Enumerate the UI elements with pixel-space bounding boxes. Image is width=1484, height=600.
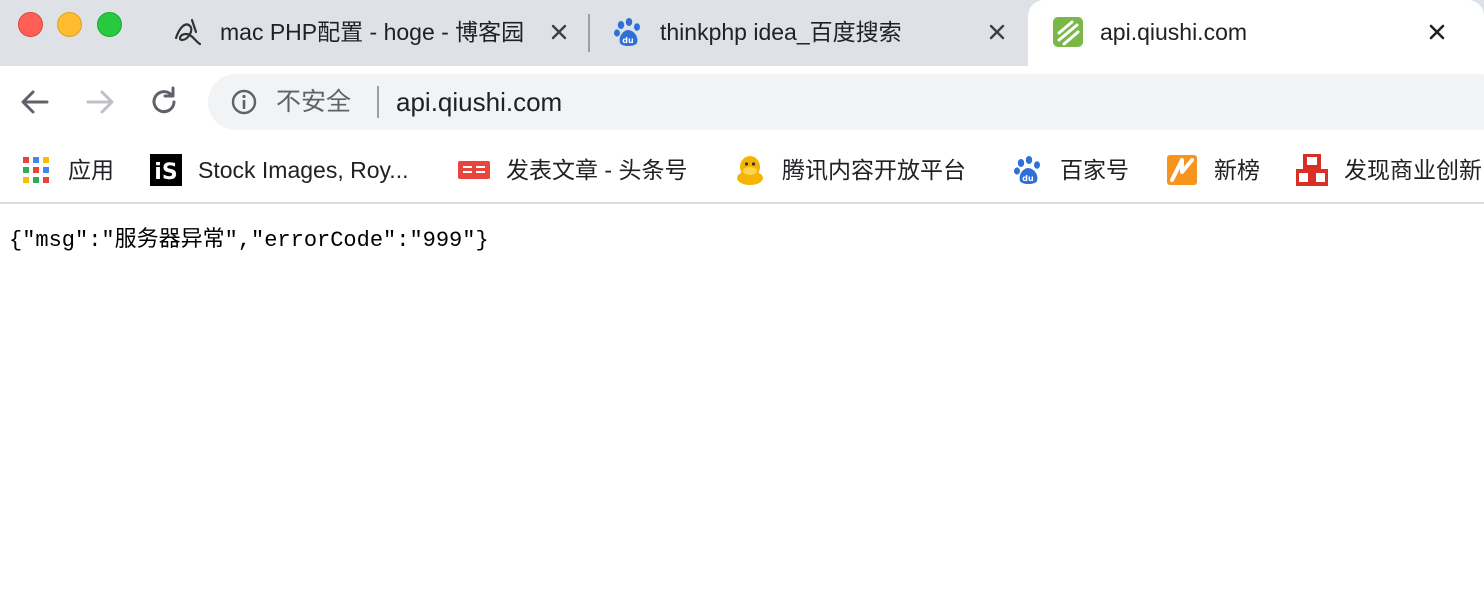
qiushi-logo-icon bbox=[1053, 17, 1083, 47]
omnibox-divider bbox=[377, 86, 379, 118]
close-icon[interactable] bbox=[986, 21, 1008, 43]
qq-penguin-icon bbox=[737, 156, 763, 185]
apps-grid-icon bbox=[23, 157, 49, 183]
tab-title: thinkphp idea_百度搜索 bbox=[660, 19, 902, 45]
bookmark-label: 百家号 bbox=[1060, 157, 1129, 183]
svg-text:du: du bbox=[1022, 174, 1034, 183]
baidu-paw-icon: du bbox=[1014, 156, 1040, 184]
json-response-text: {"msg":"服务器异常","errorCode":"999"} bbox=[9, 228, 489, 253]
bookmark-tencent[interactable]: 腾讯内容开放平台 bbox=[734, 150, 982, 190]
bookmark-label: 发现商业创新 bbox=[1344, 157, 1482, 183]
xinbang-icon bbox=[1167, 155, 1197, 185]
bookmark-label: 应用 bbox=[68, 157, 114, 183]
bookmark-label: 发表文章 - 头条号 bbox=[506, 157, 688, 183]
security-label[interactable]: 不安全 bbox=[276, 86, 351, 118]
bookmark-label: Stock Images, Roy... bbox=[198, 157, 409, 183]
svg-text:iS: iS bbox=[154, 160, 177, 185]
bookmark-apps[interactable]: 应用 bbox=[20, 150, 120, 190]
svg-text:du: du bbox=[622, 36, 634, 45]
tab-cnblogs[interactable]: mac PHP配置 - hoge - 博客园 bbox=[172, 0, 582, 66]
close-icon[interactable] bbox=[1426, 21, 1448, 43]
red-blocks-icon bbox=[1296, 154, 1328, 186]
page-content: {"msg":"服务器异常","errorCode":"999"} bbox=[0, 204, 1484, 600]
back-button[interactable] bbox=[17, 84, 53, 120]
bookmark-baijiahao[interactable]: du 百家号 bbox=[1012, 150, 1136, 190]
bookmark-istock[interactable]: iS Stock Images, Roy... bbox=[150, 150, 422, 190]
tab-strip: mac PHP配置 - hoge - 博客园 du thinkphp idea_… bbox=[0, 0, 1484, 66]
toutiao-icon bbox=[458, 161, 490, 179]
bookmark-label: 新榜 bbox=[1214, 157, 1260, 183]
istock-icon: iS bbox=[150, 154, 182, 186]
bookmarks-bar: 应用 iS Stock Images, Roy... 发表文章 - 头条号 腾讯… bbox=[0, 138, 1484, 204]
baidu-paw-icon: du bbox=[614, 18, 640, 46]
tab-baidu-search[interactable]: du thinkphp idea_百度搜索 bbox=[612, 0, 1024, 66]
tab-api-qiushi[interactable]: api.qiushi.com bbox=[1028, 0, 1484, 66]
address-bar[interactable]: 不安全 api.qiushi.com bbox=[208, 74, 1484, 130]
window-minimize-button[interactable] bbox=[57, 12, 82, 37]
browser-toolbar: 不安全 api.qiushi.com bbox=[0, 66, 1484, 138]
tab-title: mac PHP配置 - hoge - 博客园 bbox=[220, 19, 525, 45]
bookmark-business[interactable]: 发现商业创新 bbox=[1296, 150, 1484, 190]
reload-button[interactable] bbox=[146, 84, 182, 120]
close-icon[interactable] bbox=[548, 21, 570, 43]
info-icon[interactable] bbox=[230, 88, 258, 116]
bookmark-toutiao[interactable]: 发表文章 - 头条号 bbox=[458, 150, 706, 190]
bookmark-xinbang[interactable]: 新榜 bbox=[1166, 150, 1266, 190]
tab-title: api.qiushi.com bbox=[1100, 19, 1248, 45]
cnblogs-icon bbox=[174, 18, 202, 46]
forward-button[interactable] bbox=[82, 84, 118, 120]
window-maximize-button[interactable] bbox=[97, 12, 122, 37]
window-close-button[interactable] bbox=[18, 12, 43, 37]
bookmark-label: 腾讯内容开放平台 bbox=[782, 157, 966, 183]
tab-inner: api.qiushi.com bbox=[1052, 0, 1472, 66]
url-text[interactable]: api.qiushi.com bbox=[396, 86, 562, 118]
tab-separator bbox=[588, 14, 590, 52]
